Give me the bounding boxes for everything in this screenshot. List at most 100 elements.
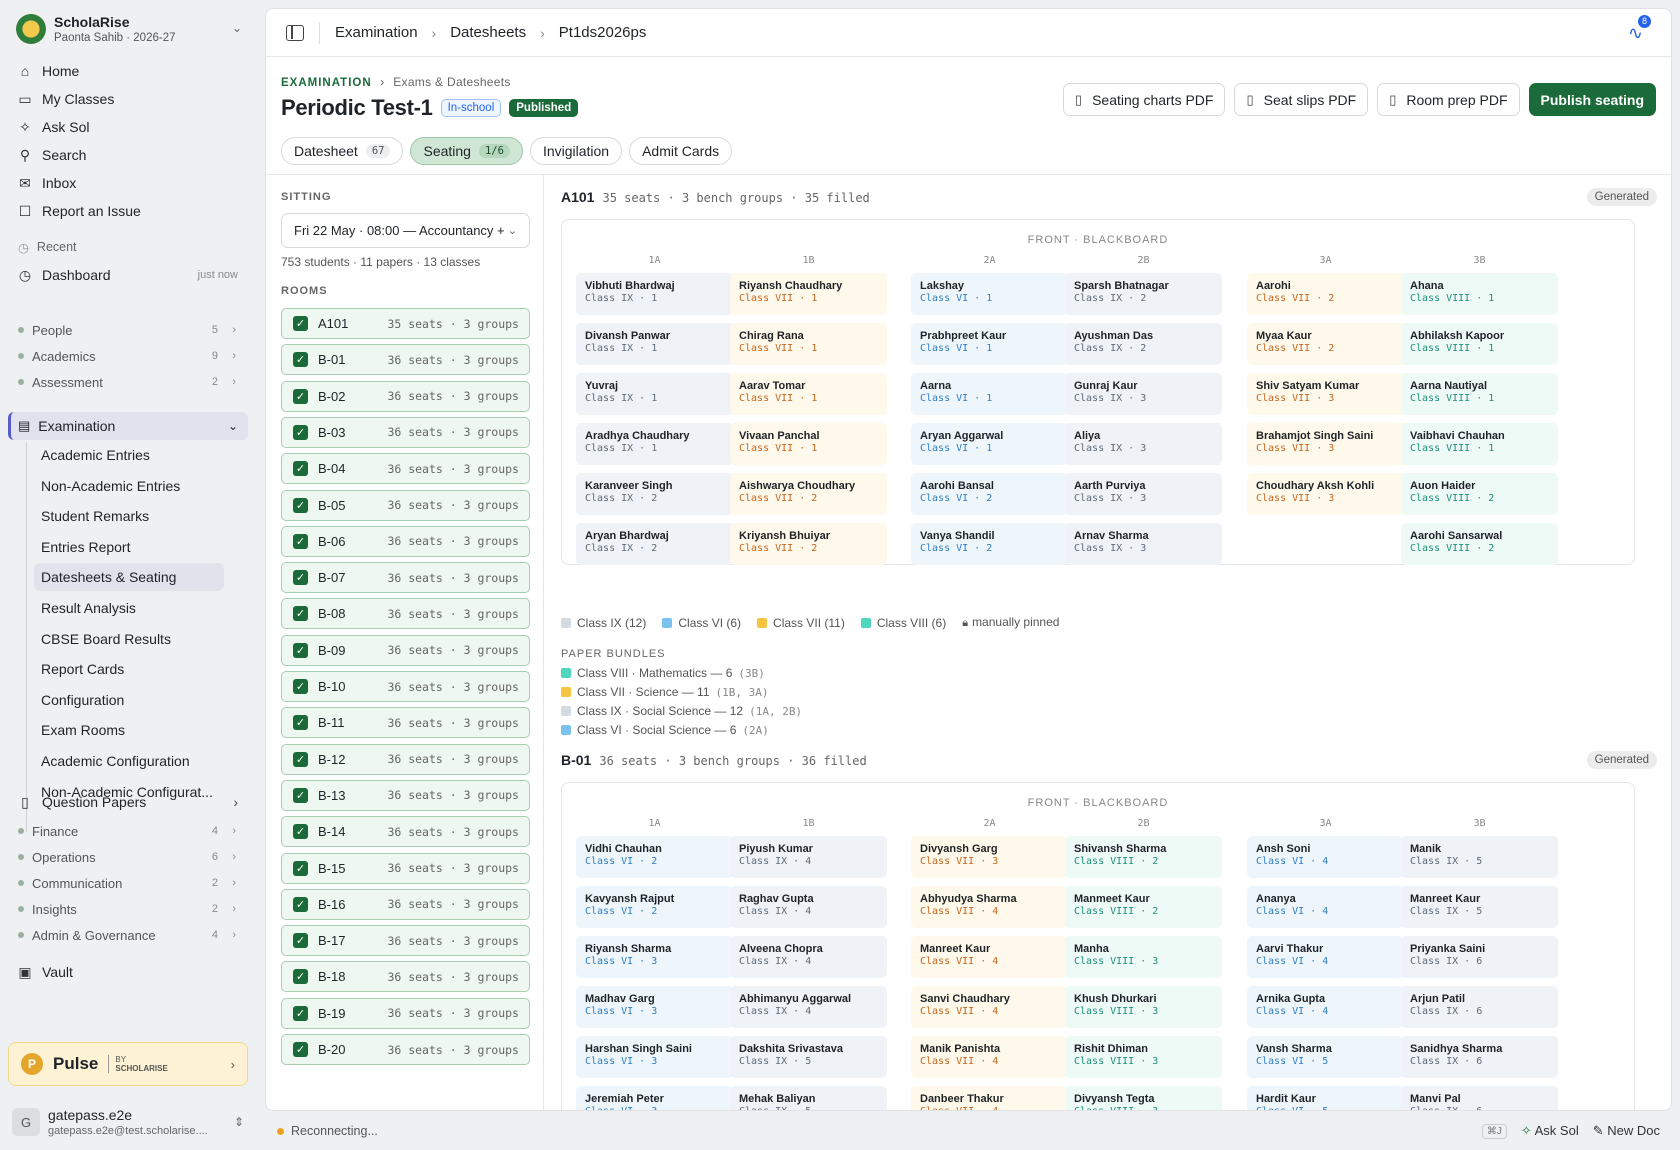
seat-card[interactable]: Abhimanyu Aggarwal Class IX · 4 [730,986,887,1028]
seat-card[interactable]: Aryan Bhardwaj Class IX · 2 [576,523,733,565]
seat-card[interactable]: Kavyansh Rajput Class VI · 2 [576,886,733,928]
breadcrumb-datesheets[interactable]: Datesheets [450,24,526,41]
seat-card[interactable]: Priyanka Saini Class IX · 6 [1401,936,1558,978]
section-insights[interactable]: Insights 2 › [8,896,248,922]
sidebar-item-result-analysis[interactable]: Result Analysis [34,594,224,622]
sidebar-item-datesheets-seating[interactable]: Datesheets & Seating [34,563,224,592]
seat-card[interactable]: Madhav Garg Class VI · 3 [576,986,733,1028]
seat-card[interactable]: Aliya Class IX · 3 [1065,423,1222,465]
room-item-b-02[interactable]: ✓ B-02 36 seats · 3 groups [281,380,530,412]
sidebar-toggle-icon[interactable] [286,24,304,41]
seat-card[interactable]: Ahana Class VIII · 1 [1401,273,1558,315]
seat-card[interactable]: Divyansh TegtaClass VIII · 3 [1065,1086,1222,1110]
room-item-b-13[interactable]: ✓ B-13 36 seats · 3 groups [281,779,530,811]
section-communication[interactable]: Communication 2 › [8,870,248,896]
checkbox-icon[interactable]: ✓ [293,933,308,949]
seat-card[interactable]: Yuvraj Class IX · 1 [576,373,733,415]
room-item-b-08[interactable]: ✓ B-08 36 seats · 3 groups [281,598,530,630]
room-item-b-03[interactable]: ✓ B-03 36 seats · 3 groups [281,416,530,448]
seat-card[interactable]: Piyush Kumar Class IX · 4 [730,836,887,878]
seat-card[interactable]: Gunraj Kaur Class IX · 3 [1065,373,1222,415]
user-menu[interactable]: G gatepass.e2e gatepass.e2e@test.scholar… [12,1104,252,1140]
room-item-b-15[interactable]: ✓ B-15 36 seats · 3 groups [281,852,530,884]
seat-card[interactable]: Shiv Satyam Kumar Class VII · 3 [1247,373,1404,415]
seat-card[interactable]: Brahamjot Singh Saini Class VII · 3 [1247,423,1404,465]
seat-slips-pdf-button[interactable]: ▯ Seat slips PDF [1234,83,1369,116]
room-item-b-16[interactable]: ✓ B-16 36 seats · 3 groups [281,888,530,920]
checkbox-icon[interactable]: ✓ [293,896,308,912]
seat-card[interactable]: Aarvi Thakur Class VI · 4 [1247,936,1404,978]
seat-card[interactable]: Manik Class IX · 5 [1401,836,1558,878]
checkbox-icon[interactable]: ✓ [293,679,308,694]
room-item-b-05[interactable]: ✓ B-05 36 seats · 3 groups [281,489,530,521]
checkbox-icon[interactable]: ✓ [293,751,308,767]
sidebar-item-cbse-board-results[interactable]: CBSE Board Results [34,625,224,653]
sidebar-item-student-remarks[interactable]: Student Remarks [34,502,224,530]
seat-card[interactable]: Ayushman Das Class IX · 2 [1065,323,1222,365]
sidebar-item-academic-entries[interactable]: Academic Entries [34,441,224,469]
page-sub[interactable]: Exams & Datesheets [393,75,510,89]
seat-card[interactable]: Lakshay Class VI · 1 [911,273,1068,315]
seat-card[interactable]: Aarohi Sansarwal Class VIII · 2 [1401,523,1558,565]
checkbox-icon[interactable]: ✓ [293,1005,308,1021]
room-item-b-18[interactable]: ✓ B-18 36 seats · 3 groups [281,961,530,993]
seat-card[interactable]: Ananya Class VI · 4 [1247,886,1404,928]
checkbox-icon[interactable]: ✓ [293,461,308,477]
nav-my-classes[interactable]: ▭ My Classes [8,85,248,113]
seat-card[interactable]: Ansh Soni Class VI · 4 [1247,836,1404,878]
seat-card[interactable]: Choudhary Aksh Kohli Class VII · 3 [1247,473,1404,515]
seat-card[interactable]: Aarna Nautiyal Class VIII · 1 [1401,373,1558,415]
checkbox-icon[interactable]: ✓ [293,787,308,803]
seat-card[interactable]: Aarav Tomar Class VII · 1 [730,373,887,415]
room-item-b-06[interactable]: ✓ B-06 36 seats · 3 groups [281,525,530,557]
seat-card[interactable]: Sparsh Bhatnagar Class IX · 2 [1065,273,1222,315]
tab-seating[interactable]: Seating 1/6 [410,137,523,165]
seat-card[interactable]: Vidhi Chauhan Class VI · 2 [576,836,733,878]
checkbox-icon[interactable]: ✓ [293,352,308,368]
sidebar-item-academic-configuration[interactable]: Academic Configuration [34,747,224,775]
seat-card[interactable]: Hardit KaurClass VI · 5 [1247,1086,1404,1110]
seat-card[interactable]: Manreet Kaur Class IX · 5 [1401,886,1558,928]
new-doc-button[interactable]: ✎ New Doc [1593,1123,1660,1139]
seat-card[interactable]: Dakshita Srivastava Class IX · 5 [730,1036,887,1078]
nav-dashboard[interactable]: ◷ Dashboard just now [8,261,248,289]
room-item-b-10[interactable]: ✓ B-10 36 seats · 3 groups [281,671,530,702]
seat-card[interactable]: Riyansh Sharma Class VI · 3 [576,936,733,978]
seat-card[interactable]: Vivaan Panchal Class VII · 1 [730,423,887,465]
sidebar-item-report-cards[interactable]: Report Cards [34,655,224,683]
seat-card[interactable]: Karanveer Singh Class IX · 2 [576,473,733,515]
room-item-b-01[interactable]: ✓ B-01 36 seats · 3 groups [281,344,530,376]
section-operations[interactable]: Operations 6 › [8,844,248,870]
seat-card[interactable]: Prabhpreet Kaur Class VI · 1 [911,323,1068,365]
seat-card[interactable]: Arnav Sharma Class IX · 3 [1065,523,1222,565]
sidebar-item-configuration[interactable]: Configuration [34,686,224,714]
seat-card[interactable]: Arnika Gupta Class VI · 4 [1247,986,1404,1028]
room-item-b-12[interactable]: ✓ B-12 36 seats · 3 groups [281,743,530,775]
seat-card[interactable]: Aradhya Chaudhary Class IX · 1 [576,423,733,465]
room-item-b-04[interactable]: ✓ B-04 36 seats · 3 groups [281,453,530,485]
nav-report-an-issue[interactable]: ☐ Report an Issue [8,197,248,225]
sidebar-item-entries-report[interactable]: Entries Report [34,533,224,561]
room-item-b-20[interactable]: ✓ B-20 36 seats · 3 groups [281,1034,530,1065]
publish-seating-button[interactable]: Publish seating [1528,83,1656,116]
seat-card[interactable]: Myaa Kaur Class VII · 2 [1247,323,1404,365]
seat-card[interactable]: Shivansh Sharma Class VIII · 2 [1065,836,1222,878]
seat-card[interactable]: Vaibhavi Chauhan Class VIII · 1 [1401,423,1558,465]
breadcrumb-examination[interactable]: Examination [335,24,418,41]
seat-card[interactable]: Vansh Sharma Class VI · 5 [1247,1036,1404,1078]
seat-card[interactable]: Arjun Patil Class IX · 6 [1401,986,1558,1028]
seat-card[interactable]: Harshan Singh Saini Class VI · 3 [576,1036,733,1078]
seat-card[interactable]: Vibhuti Bhardwaj Class IX · 1 [576,273,733,315]
section-admin-governance[interactable]: Admin & Governance 4 › [8,922,248,948]
seat-card[interactable]: Jeremiah PeterClass VI · 3 [576,1086,733,1110]
pulse-card[interactable]: P Pulse BY SCHOLARISE › [8,1042,248,1086]
seat-card[interactable]: Aryan Aggarwal Class VI · 1 [911,423,1068,465]
seat-card[interactable]: Manik Panishta Class VII · 4 [911,1036,1068,1078]
seat-card[interactable]: Manreet Kaur Class VII · 4 [911,936,1068,978]
seat-card[interactable]: Aarth Purviya Class IX · 3 [1065,473,1222,515]
checkbox-icon[interactable]: ✓ [293,860,308,876]
tab-datesheet[interactable]: Datesheet 67 [281,137,404,165]
checkbox-icon[interactable]: ✓ [293,497,308,513]
seat-card[interactable]: Kriyansh Bhuiyar Class VII · 2 [730,523,887,565]
seat-card[interactable]: Abhilaksh Kapoor Class VIII · 1 [1401,323,1558,365]
